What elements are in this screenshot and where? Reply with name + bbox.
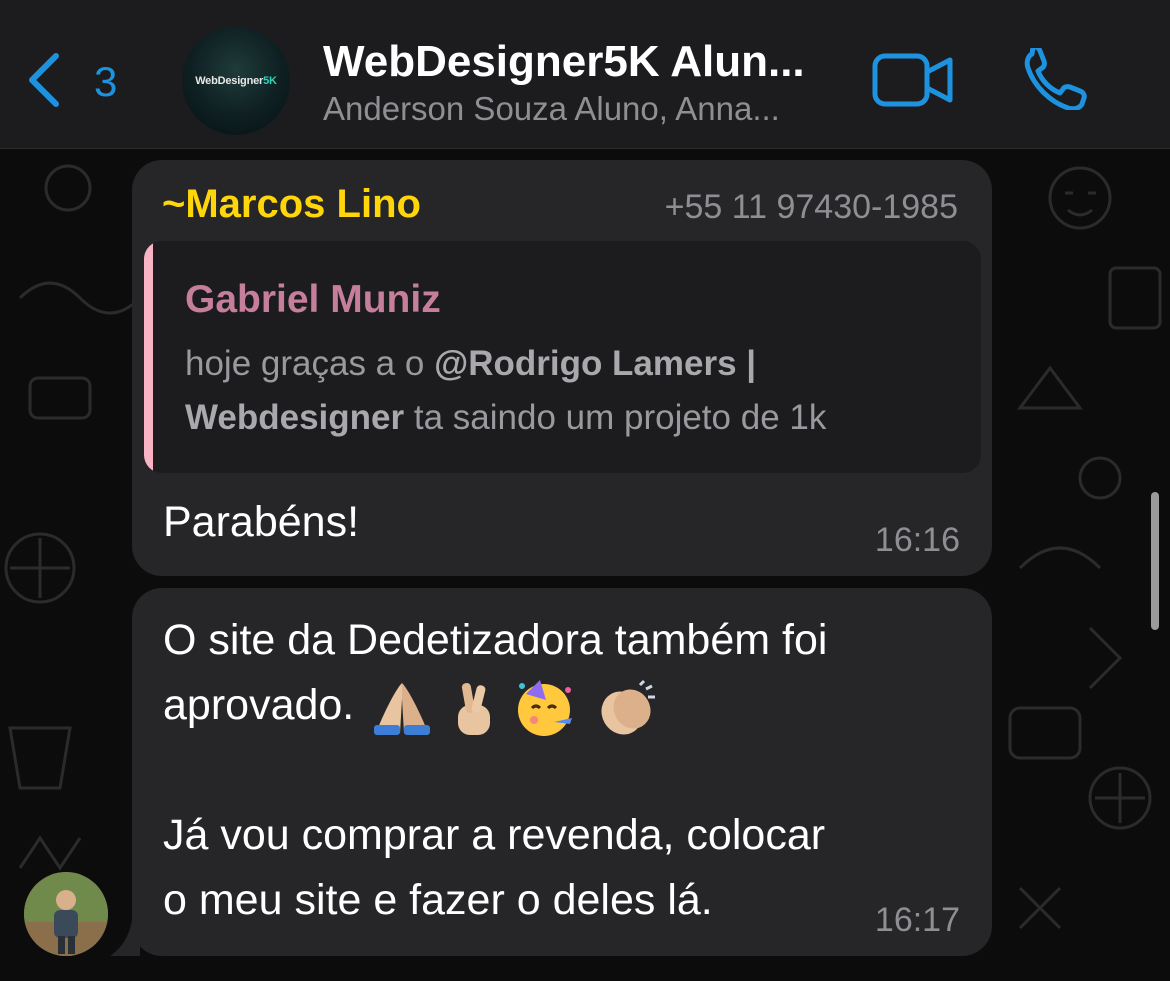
chat-header: 3 WebDesigner5K WebDesigner5K Alun... An… xyxy=(0,0,1170,149)
message-time: 16:17 xyxy=(874,901,960,939)
sender-avatar[interactable] xyxy=(24,872,108,956)
message-time: 16:16 xyxy=(874,521,960,559)
group-title[interactable]: WebDesigner5K Alun... xyxy=(323,36,848,88)
sender-name[interactable]: ~Marcos Lino xyxy=(162,180,421,228)
message-bubble[interactable]: ~Marcos Lino +55 11 97430-1985 Gabriel M… xyxy=(132,160,992,576)
back-button[interactable]: 3 xyxy=(24,50,117,114)
message-text: Parabéns! xyxy=(163,498,360,546)
quote-text: hoje graças a o @Rodrigo Lamers | Webdesi… xyxy=(185,344,827,437)
unread-count: 3 xyxy=(94,58,118,105)
scrollbar[interactable] xyxy=(1151,492,1159,630)
phone-icon xyxy=(1022,44,1090,114)
crossed-fingers-icon xyxy=(450,679,498,737)
video-camera-icon xyxy=(872,53,954,112)
sender-phone[interactable]: +55 11 97430-1985 xyxy=(665,186,958,228)
message-text: O site da Dedetizadora também foi aprova… xyxy=(163,616,828,924)
quote-accent-bar xyxy=(144,241,153,473)
quoted-message[interactable]: Gabriel Muniz hoje graças a o @Rodrigo L… xyxy=(144,241,981,473)
voice-call-button[interactable] xyxy=(1022,44,1090,112)
chevron-left-icon xyxy=(24,50,64,115)
quote-author: Gabriel Muniz xyxy=(185,278,441,321)
folded-hands-icon xyxy=(372,679,432,737)
video-call-button[interactable] xyxy=(872,52,954,108)
group-avatar-logo: WebDesigner5K xyxy=(195,75,277,87)
group-members[interactable]: Anderson Souza Aluno, Anna... xyxy=(323,88,848,130)
partying-face-icon xyxy=(516,678,578,738)
group-avatar[interactable]: WebDesigner5K xyxy=(182,27,290,135)
bubble-tail xyxy=(110,920,140,956)
message-bubble[interactable]: O site da Dedetizadora também foi aprova… xyxy=(132,588,992,956)
clapping-hands-icon xyxy=(596,679,658,737)
